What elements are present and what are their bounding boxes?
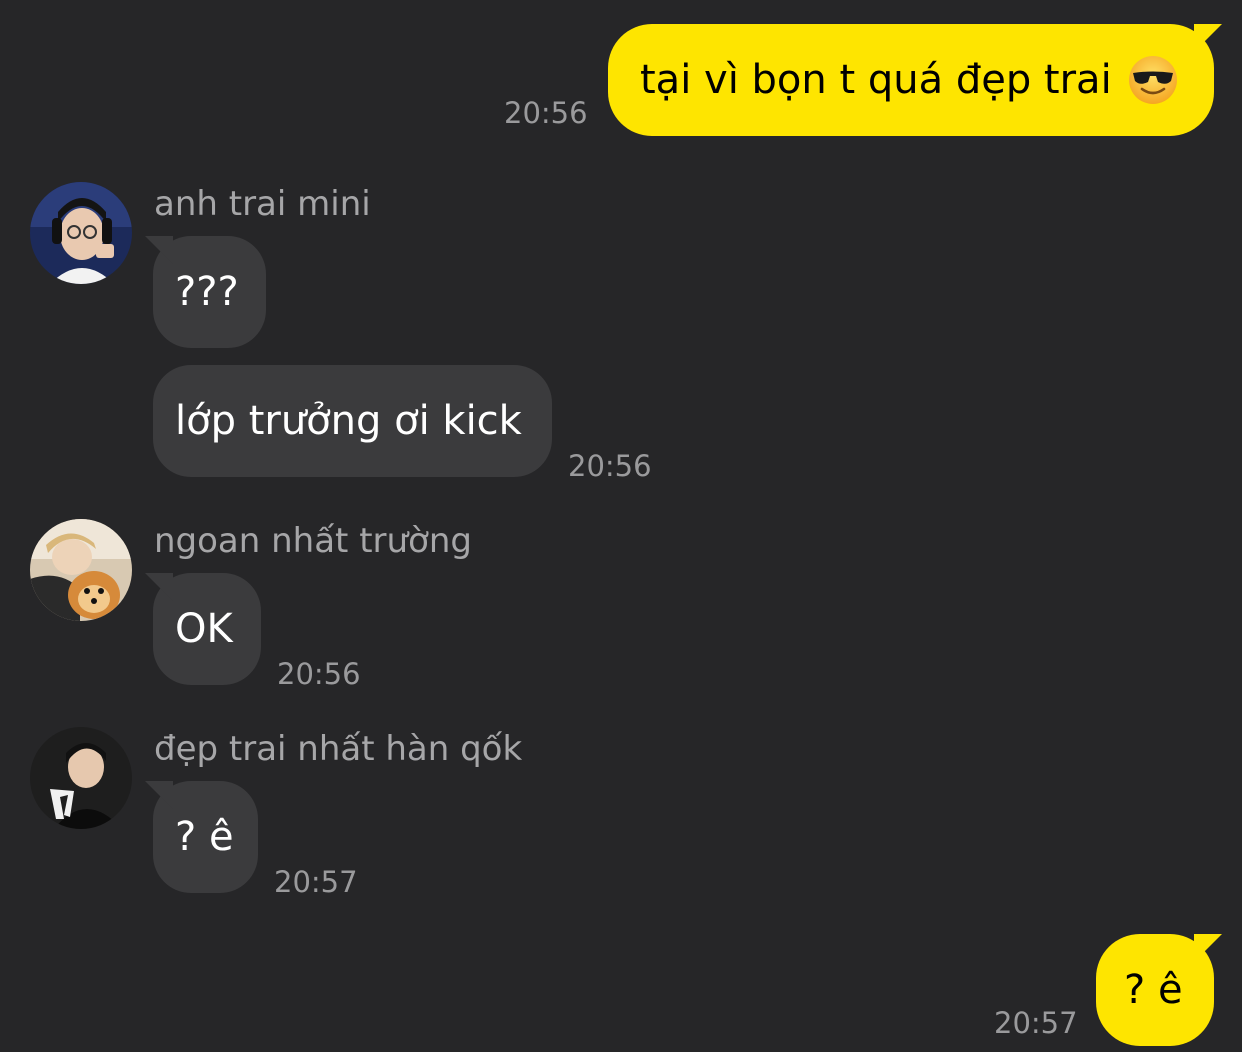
incoming-message-bubble[interactable]: lớp trưởng ơi kick	[153, 365, 552, 477]
avatar-anh-trai-mini[interactable]	[30, 182, 132, 284]
sender-name: ngoan nhất trường	[154, 521, 472, 561]
message-text: tại vì bọn t quá đẹp trai	[640, 57, 1112, 103]
incoming-message-bubble[interactable]: ? ê	[145, 781, 258, 893]
message-timestamp: 20:56	[277, 657, 361, 691]
message-text: ? ê	[1124, 967, 1183, 1013]
chat-thread: 20:56 tại vì bọn t quá đẹp trai anh trai…	[0, 0, 1242, 1052]
smiling-face-with-sunglasses-icon	[1128, 56, 1177, 104]
message-text: lớp trưởng ơi kick	[175, 398, 522, 444]
outgoing-message-bubble[interactable]: ? ê	[1096, 934, 1222, 1046]
bubble-tail	[145, 236, 173, 264]
avatar-photo-icon	[30, 519, 132, 621]
message-timestamp: 20:56	[504, 96, 588, 130]
avatar-photo-icon	[30, 727, 132, 829]
bubble-tail	[145, 781, 173, 809]
incoming-message-bubble[interactable]: OK	[145, 573, 261, 685]
message-timestamp: 20:57	[274, 865, 358, 899]
avatar-photo-icon	[30, 182, 132, 284]
avatar-dep-trai-nhat-han-qok[interactable]	[30, 727, 132, 829]
message-timestamp: 20:56	[568, 449, 652, 483]
sender-name: đẹp trai nhất hàn qốk	[154, 729, 523, 769]
outgoing-message-bubble[interactable]: tại vì bọn t quá đẹp trai	[608, 24, 1222, 136]
message-timestamp: 20:57	[994, 1006, 1078, 1040]
bubble-tail	[1194, 24, 1222, 52]
incoming-message-bubble[interactable]: ???	[145, 236, 266, 348]
message-text: ? ê	[175, 814, 234, 860]
bubble-tail	[1194, 934, 1222, 962]
message-text: OK	[175, 606, 233, 652]
sender-name: anh trai mini	[154, 184, 371, 224]
message-text: ???	[175, 269, 239, 315]
avatar-ngoan-nhat-truong[interactable]	[30, 519, 132, 621]
bubble-tail	[145, 573, 173, 601]
